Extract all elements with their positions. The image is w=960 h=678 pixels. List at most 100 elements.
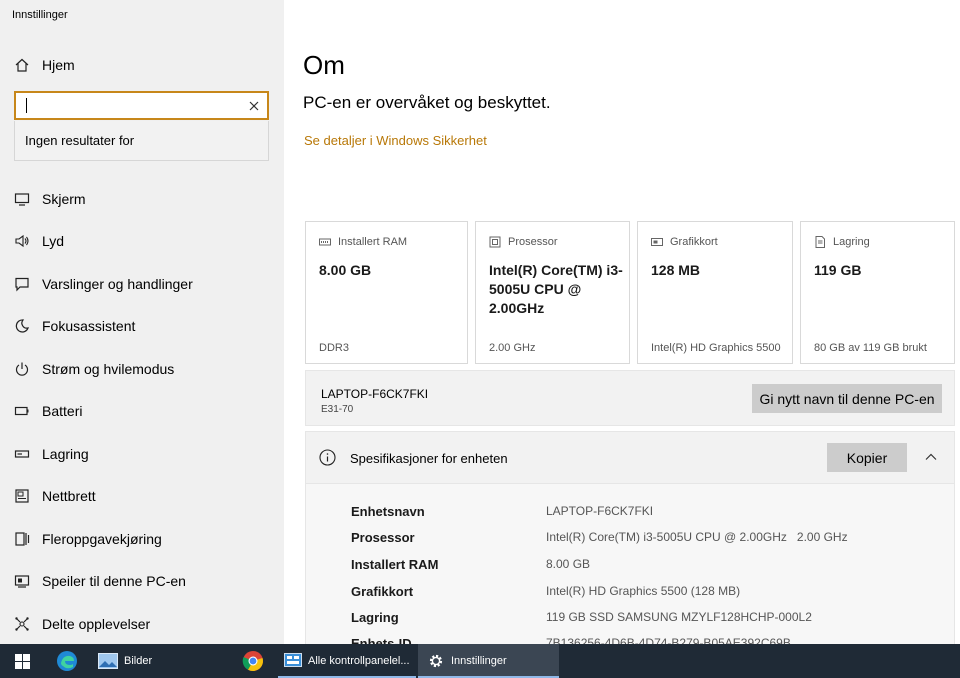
spec-row: Grafikkort Intel(R) HD Graphics 5500 (12… <box>351 584 951 604</box>
spec-key: Enhets-ID <box>351 636 412 644</box>
sidebar-item-lagring[interactable]: Lagring <box>0 436 284 472</box>
card-value: 8.00 GB <box>319 262 372 278</box>
card-value: Intel(R) Core(TM) i3-5005U CPU @ 2.00GHz <box>489 262 623 316</box>
storage-icon <box>14 446 30 462</box>
settings-sidebar: Innstillinger Hjem Ingen resultater for … <box>0 0 284 644</box>
power-icon <box>14 361 30 377</box>
settings-search-input[interactable] <box>16 93 241 118</box>
home-icon <box>14 57 30 73</box>
card-value: 119 GB <box>814 262 862 278</box>
moon-icon <box>14 318 30 334</box>
taskbar-chrome[interactable] <box>234 644 272 678</box>
sidebar-item-label: Varslinger og handlinger <box>42 276 193 292</box>
spec-key: Lagring <box>351 610 399 625</box>
taskbar-edge[interactable] <box>48 644 86 678</box>
sidebar-item-label: Delte opplevelser <box>42 616 151 632</box>
start-button[interactable] <box>0 644 44 678</box>
spec-value: Intel(R) Core(TM) i3-5005U CPU @ 2.00GHz… <box>546 530 848 544</box>
taskbar-bilder[interactable]: Bilder <box>90 644 222 678</box>
sidebar-item-fleroppgavekjoring[interactable]: Fleroppgavekjøring <box>0 521 284 557</box>
sidebar-item-skjerm[interactable]: Skjerm <box>0 181 284 217</box>
tablet-icon <box>14 488 30 504</box>
card-header: Grafikkort <box>651 236 718 248</box>
card-header: Lagring <box>814 236 870 248</box>
device-specs-title: Spesifikasjoner for enheten <box>350 451 508 466</box>
device-specs-header[interactable]: Spesifikasjoner for enheten Kopier <box>305 431 955 484</box>
taskbar-control-panel[interactable]: Alle kontrollpanelel... <box>278 644 416 678</box>
sidebar-item-delte-opplevelser[interactable]: Delte opplevelser <box>0 606 284 642</box>
text-caret <box>26 98 27 113</box>
spec-value: LAPTOP-F6CK7FKI <box>546 504 654 518</box>
nav-home[interactable]: Hjem <box>0 50 284 80</box>
spec-row: Installert RAM 8.00 GB <box>351 557 951 577</box>
spec-value: 8.00 GB <box>546 557 591 571</box>
card-label: Installert RAM <box>338 236 408 248</box>
page-title: Om <box>303 50 345 80</box>
storage-card: Lagring 119 GB 80 GB av 119 GB brukt <box>800 221 955 364</box>
protection-status-text: PC-en er overvåket og beskyttet. <box>303 93 551 112</box>
device-model: E31-70 <box>321 404 354 415</box>
spec-row: Enhetsnavn LAPTOP-F6CK7FKI <box>351 504 951 524</box>
card-label: Grafikkort <box>670 236 718 248</box>
sidebar-item-label: Batteri <box>42 403 83 419</box>
battery-icon <box>14 403 30 419</box>
edge-icon <box>57 651 77 671</box>
sidebar-item-label: Speiler til denne PC-en <box>42 573 186 589</box>
sidebar-item-label: Skjerm <box>42 191 86 207</box>
card-subtext: Intel(R) HD Graphics 5500 <box>651 342 781 354</box>
settings-search-box[interactable] <box>14 91 269 120</box>
spec-value: 7B136256-4D6B-4D74-B279-B05AE392C69B <box>546 636 791 644</box>
sidebar-item-fokusassistent[interactable]: Fokusassistent <box>0 308 284 344</box>
sidebar-item-label: Nettbrett <box>42 488 96 504</box>
rename-pc-button[interactable]: Gi nytt navn til denne PC-en <box>752 384 942 413</box>
spec-key: Prosessor <box>351 530 415 545</box>
card-header: Installert RAM <box>319 236 407 248</box>
clear-search-icon[interactable] <box>241 93 267 118</box>
card-subtext: DDR3 <box>319 342 349 354</box>
chrome-icon <box>242 651 263 672</box>
device-name-panel: LAPTOP-F6CK7FKI E31-70 Gi nytt navn til … <box>305 370 955 426</box>
graphics-card: Grafikkort 128 MB Intel(R) HD Graphics 5… <box>637 221 793 364</box>
sidebar-item-strom[interactable]: Strøm og hvilemodus <box>0 351 284 387</box>
card-subtext: 2.00 GHz <box>489 342 536 354</box>
monitor-icon <box>14 191 30 207</box>
taskbar-item-label: Alle kontrollpanelel... <box>308 655 410 667</box>
sidebar-item-nettbrett[interactable]: Nettbrett <box>0 478 284 514</box>
nav-home-label: Hjem <box>42 57 75 73</box>
taskbar-innstillinger[interactable]: Innstillinger <box>418 644 559 678</box>
photos-icon <box>98 653 118 669</box>
spec-key: Installert RAM <box>351 557 439 572</box>
projecting-icon <box>14 573 30 589</box>
spec-row: Lagring 119 GB SSD SAMSUNG MZYLF128HCHP-… <box>351 610 951 630</box>
spec-row: Enhets-ID 7B136256-4D6B-4D74-B279-B05AE3… <box>351 636 951 644</box>
taskbar-item-label: Bilder <box>124 655 153 667</box>
spec-row: Prosessor Intel(R) Core(TM) i3-5005U CPU… <box>351 530 951 550</box>
info-icon <box>319 449 336 466</box>
card-label: Prosessor <box>508 236 558 248</box>
spec-value: Intel(R) HD Graphics 5500 (128 MB) <box>546 584 741 598</box>
sidebar-item-batteri[interactable]: Batteri <box>0 393 284 429</box>
sidebar-item-speiler[interactable]: Speiler til denne PC-en <box>0 563 284 599</box>
multitasking-icon <box>14 531 30 547</box>
device-specs-list: Enhetsnavn LAPTOP-F6CK7FKI Prosessor Int… <box>305 484 955 644</box>
sidebar-item-varslinger[interactable]: Varslinger og handlinger <box>0 266 284 302</box>
no-results-text: Ingen resultater for <box>25 133 135 148</box>
search-results-dropdown: Ingen resultater for <box>14 121 269 161</box>
copy-specs-button[interactable]: Kopier <box>827 443 907 472</box>
ram-card: Installert RAM 8.00 GB DDR3 <box>305 221 468 364</box>
windows-security-link[interactable]: Se detaljer i Windows Sikkerhet <box>304 133 487 148</box>
spec-value: 119 GB SSD SAMSUNG MZYLF128HCHP-000L2 <box>546 610 812 624</box>
sidebar-item-label: Fleroppgavekjøring <box>42 531 162 547</box>
sidebar-item-label: Lagring <box>42 446 89 462</box>
card-header: Prosessor <box>489 236 558 248</box>
notification-icon <box>14 276 30 292</box>
taskbar: Bilder Alle kontrollpanelel... Innstilli… <box>0 644 960 678</box>
card-subtext: 80 GB av 119 GB brukt <box>814 342 927 354</box>
storage-drive-icon <box>815 236 825 248</box>
settings-gear-icon <box>429 654 443 668</box>
sidebar-item-label: Fokusassistent <box>42 318 136 334</box>
sidebar-item-lyd[interactable]: Lyd <box>0 223 284 259</box>
chevron-up-icon[interactable] <box>924 450 938 464</box>
graphics-card-icon <box>651 238 663 246</box>
app-title: Innstillinger <box>12 9 68 21</box>
